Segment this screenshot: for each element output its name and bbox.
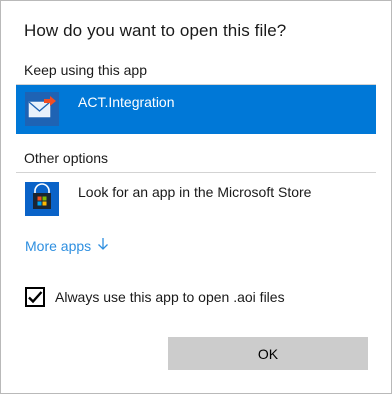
- app-label: ACT.Integration: [78, 94, 175, 110]
- more-apps-link[interactable]: More apps: [25, 237, 109, 254]
- more-apps-label: More apps: [25, 237, 92, 254]
- dialog-title: How do you want to open this file?: [24, 21, 287, 40]
- arrow-down-icon: [97, 237, 109, 254]
- section-divider: [16, 172, 376, 173]
- other-options-label: Other options: [24, 150, 109, 166]
- always-use-label: Always use this app to open .aoi files: [55, 289, 285, 305]
- microsoft-store-icon: [25, 182, 59, 216]
- open-with-dialog: How do you want to open this file? Keep …: [0, 0, 392, 394]
- mail-arrow-icon: [25, 92, 59, 126]
- ok-button[interactable]: OK: [168, 337, 368, 370]
- app-item-microsoft-store[interactable]: Look for an app in the Microsoft Store: [16, 176, 376, 225]
- always-use-checkbox[interactable]: [25, 287, 45, 307]
- app-item-act-integration[interactable]: ACT.Integration: [16, 85, 376, 134]
- always-use-option[interactable]: Always use this app to open .aoi files: [25, 287, 285, 307]
- keep-using-label: Keep using this app: [24, 62, 147, 78]
- checkmark-icon: [28, 291, 43, 304]
- app-label: Look for an app in the Microsoft Store: [78, 184, 312, 200]
